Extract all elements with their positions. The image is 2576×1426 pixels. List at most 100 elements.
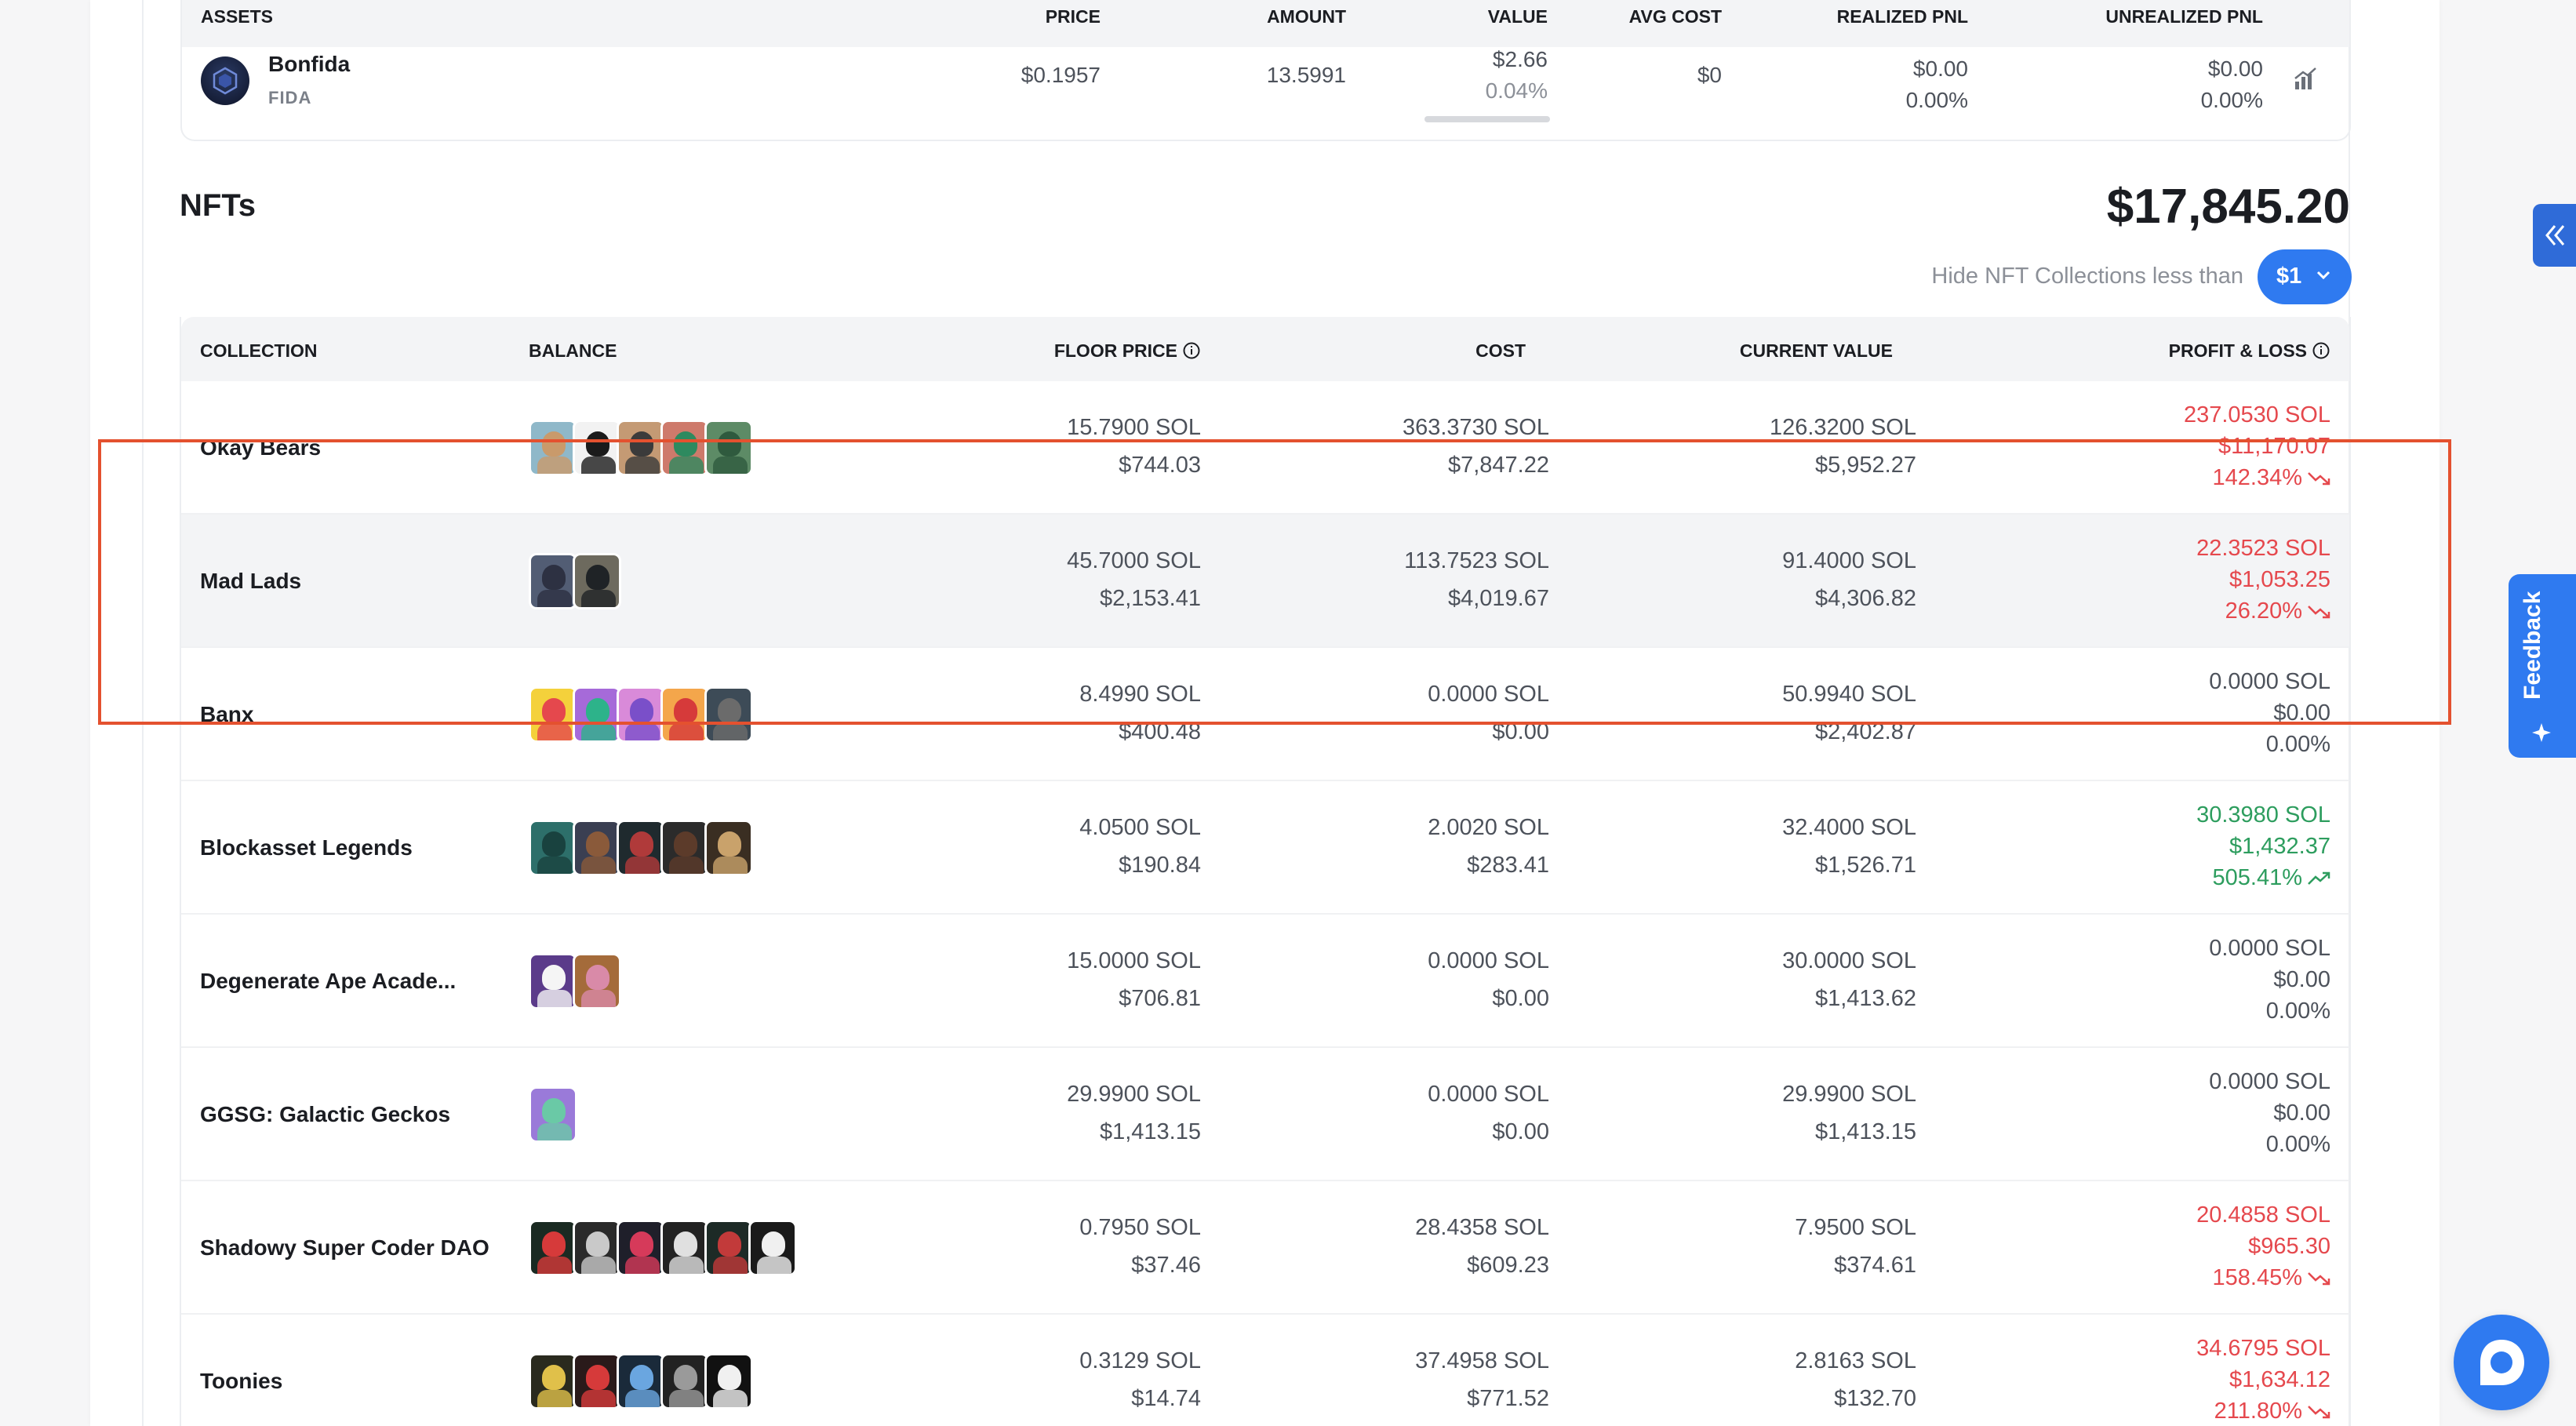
- profit-loss-percent-value: 0.00%: [2265, 999, 2330, 1024]
- cost-usd: $283.41: [1467, 853, 1549, 878]
- trend-down-icon: [2302, 1265, 2330, 1290]
- nft-thumbnail[interactable]: [529, 953, 577, 1009]
- chevron-down-icon: [2316, 271, 2330, 280]
- collection-name: GGSG: Galactic Geckos: [200, 1102, 451, 1126]
- nft-collection-row[interactable]: Shadowy Super Coder DAO 0.7950 SOL $37.46 2…: [181, 1181, 2349, 1315]
- double-chevron-left-icon: [2545, 225, 2565, 246]
- nfts-section-title: NFTs: [180, 188, 257, 223]
- collapse-sidebar-button[interactable]: [2533, 204, 2576, 267]
- floor-price-sol: 29.9900 SOL: [1067, 1082, 1201, 1107]
- nft-thumbnail[interactable]: [748, 1220, 797, 1276]
- asset-row[interactable]: Bonfida FIDA $0.1957 13.5991 $2.66 0.04%…: [182, 47, 2349, 141]
- current-value-sol: 7.9500 SOL: [1795, 1215, 1916, 1240]
- nft-thumbnail[interactable]: [529, 1086, 577, 1143]
- asset-avg-cost: $0: [1697, 63, 1722, 87]
- current-value-usd: $1,413.15: [1814, 1119, 1916, 1144]
- nft-thumbnail[interactable]: [573, 820, 621, 876]
- floor-price-sol: 15.7900 SOL: [1067, 415, 1201, 440]
- header-assets: ASSETS: [201, 6, 274, 27]
- trend-up-icon: [2302, 865, 2330, 890]
- floor-price-usd: $1,413.15: [1099, 1119, 1201, 1144]
- nft-collection-row[interactable]: Toonies 0.3129 SOL $14.74 37.4958 SOL $771.5…: [181, 1315, 2349, 1426]
- profit-loss-percent: 505.41%: [2213, 862, 2331, 893]
- profit-loss-percent: 211.80%: [2214, 1395, 2330, 1426]
- cost-sol: 2.0020 SOL: [1428, 815, 1549, 840]
- asset-symbol: FIDA: [268, 88, 312, 107]
- nft-thumbnail[interactable]: [660, 820, 709, 876]
- assets-table: ASSETS PRICE AMOUNT VALUE AVG COST REALI…: [180, 0, 2351, 141]
- collection-name: Degenerate Ape Acade...: [200, 969, 457, 993]
- nft-thumbnail[interactable]: [617, 1353, 665, 1410]
- nft-thumbnail[interactable]: [573, 1353, 621, 1410]
- floor-price-usd: $14.74: [1131, 1386, 1201, 1411]
- chat-support-button[interactable]: [2454, 1315, 2549, 1410]
- collection-name: Toonies: [200, 1369, 283, 1393]
- header-amount: AMOUNT: [1267, 6, 1346, 27]
- bonfida-token-icon: [201, 56, 249, 105]
- floor-price-sol: 4.0500 SOL: [1079, 815, 1201, 840]
- value-share-bar: [1424, 116, 1550, 122]
- cost-usd: $609.23: [1467, 1253, 1549, 1278]
- cost-sol: 37.4958 SOL: [1415, 1348, 1549, 1373]
- nft-table-header: COLLECTION BALANCE FLOOR PRICE COST CURR…: [181, 317, 2349, 381]
- info-icon[interactable]: [1182, 341, 1201, 360]
- asset-value: $2.66: [1492, 47, 1548, 71]
- current-value-usd: $132.70: [1834, 1386, 1916, 1411]
- profit-loss-sol: 20.4858 SOL: [2196, 1202, 2330, 1228]
- cost-sol: 0.0000 SOL: [1428, 948, 1549, 973]
- nft-thumbnail[interactable]: [573, 1220, 621, 1276]
- threshold-dropdown[interactable]: $1: [2258, 249, 2352, 304]
- profit-loss-percent-value: 158.45%: [2212, 1265, 2303, 1290]
- nft-thumbnail[interactable]: [529, 820, 577, 876]
- header-realized-pnl: REALIZED PNL: [1836, 6, 1968, 27]
- nft-thumbnail[interactable]: [617, 1220, 665, 1276]
- collection-name: Blockasset Legends: [200, 835, 413, 860]
- asset-value-percent: 0.04%: [1485, 78, 1548, 103]
- nft-collection-row[interactable]: Blockasset Legends 4.0500 SOL $190.84 2.002…: [181, 781, 2349, 915]
- nft-thumbnail[interactable]: [704, 820, 753, 876]
- floor-price-usd: $190.84: [1119, 853, 1201, 878]
- current-value-sol: 126.3200 SOL: [1769, 415, 1916, 440]
- feedback-button[interactable]: Feedback: [2509, 574, 2576, 758]
- info-icon[interactable]: [2312, 341, 2330, 360]
- nft-thumbnail[interactable]: [704, 1353, 753, 1410]
- header-unrealized-pnl: UNREALIZED PNL: [2105, 6, 2263, 27]
- nft-collection-row[interactable]: GGSG: Galactic Geckos 29.9900 SOL $1,413.1…: [181, 1048, 2349, 1181]
- profit-loss-usd: $1,634.12: [2229, 1367, 2330, 1392]
- cost-sol: 28.4358 SOL: [1415, 1215, 1549, 1240]
- profit-loss-usd: $1,432.37: [2229, 834, 2330, 859]
- threshold-value: $1: [2276, 264, 2302, 289]
- chart-icon[interactable]: [2292, 66, 2319, 96]
- floor-price-sol: 15.0000 SOL: [1067, 948, 1201, 973]
- nft-collection-row[interactable]: Degenerate Ape Acade... 15.0000 SOL $706.8…: [181, 915, 2349, 1048]
- nfts-total-value: $17,845.20: [2106, 180, 2350, 234]
- asset-realized-pct: 0.00%: [1905, 88, 1968, 112]
- header-avg-cost: AVG COST: [1628, 6, 1722, 27]
- header-price: PRICE: [1045, 6, 1101, 27]
- chat-icon: [2480, 1340, 2524, 1385]
- hide-collections-label: Hide NFT Collections less than: [1931, 264, 2243, 289]
- current-value-sol: 29.9900 SOL: [1782, 1082, 1916, 1107]
- nft-thumbnail[interactable]: [529, 1353, 577, 1410]
- current-value-sol: 2.8163 SOL: [1795, 1348, 1916, 1373]
- highlight-box: [98, 439, 2451, 725]
- header-current-value: CURRENT VALUE: [1739, 340, 1893, 361]
- profit-loss-sol: 0.0000 SOL: [2209, 1069, 2330, 1094]
- assets-table-header: ASSETS PRICE AMOUNT VALUE AVG COST REALI…: [182, 0, 2349, 47]
- nft-thumbnail[interactable]: [617, 820, 665, 876]
- cost-usd: $771.52: [1467, 1386, 1549, 1411]
- sparkle-icon: [2532, 723, 2551, 742]
- cost-sol: 363.3730 SOL: [1402, 415, 1549, 440]
- profit-loss-percent-value: 0.00%: [2265, 1132, 2330, 1157]
- profit-loss-usd: $965.30: [2248, 1234, 2330, 1259]
- nft-thumbnail[interactable]: [529, 1220, 577, 1276]
- asset-amount: 13.5991: [1266, 63, 1346, 87]
- nft-thumbnail[interactable]: [573, 953, 621, 1009]
- nft-thumbnail[interactable]: [660, 1220, 709, 1276]
- header-floor-price-label: FLOOR PRICE: [1053, 340, 1177, 361]
- nft-thumbnail[interactable]: [704, 1220, 753, 1276]
- current-value-sol: 30.0000 SOL: [1782, 948, 1916, 973]
- nft-thumbnail[interactable]: [660, 1353, 709, 1410]
- asset-unrealized-usd: $0.00: [2207, 56, 2263, 81]
- header-profit-loss-label: PROFIT & LOSS: [2168, 340, 2307, 361]
